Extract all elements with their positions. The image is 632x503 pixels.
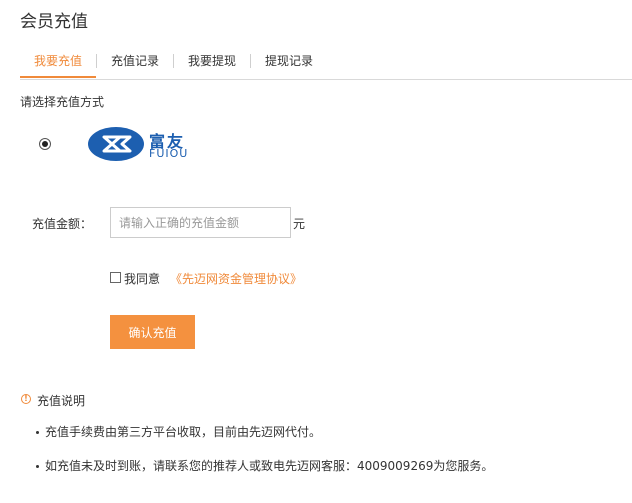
- tab-underline: [20, 79, 632, 80]
- amount-label: 充值金额：: [32, 217, 93, 231]
- tab-recharge-records[interactable]: 充值记录: [97, 52, 173, 76]
- agreement-link[interactable]: 《先迈网资金管理协议》: [170, 270, 302, 287]
- confirm-recharge-button[interactable]: 确认充值: [110, 315, 195, 349]
- note-item: 充值手续费由第三方平台收取，目前由先迈网代付。: [36, 423, 321, 440]
- amount-input[interactable]: [110, 207, 291, 238]
- info-icon: !: [21, 394, 31, 404]
- provider-name-en: FUIOU: [149, 147, 189, 160]
- tab-withdraw-records[interactable]: 提现记录: [251, 52, 327, 76]
- notes-title: 充值说明: [37, 394, 86, 408]
- bullet-icon: [36, 431, 39, 434]
- agreement-text: 我同意: [124, 272, 161, 286]
- payment-method-label: 请选择充值方式: [20, 95, 105, 109]
- note-text: 充值手续费由第三方平台收取，目前由先迈网代付。: [45, 425, 322, 439]
- tab-bar: 我要充值 充值记录 我要提现 提现记录: [20, 52, 327, 80]
- tab-recharge[interactable]: 我要充值: [20, 52, 97, 78]
- page-title: 会员充值: [20, 12, 88, 32]
- payment-method-radio[interactable]: [39, 138, 51, 150]
- tab-withdraw[interactable]: 我要提现: [174, 52, 250, 76]
- amount-unit: 元: [293, 217, 306, 231]
- note-item: 如充值未及时到账，请联系您的推荐人或致电先迈网客服：4009009269为您服务…: [36, 457, 493, 474]
- note-text: 如充值未及时到账，请联系您的推荐人或致电先迈网客服：4009009269为您服务…: [45, 459, 494, 473]
- agreement-checkbox[interactable]: [110, 272, 121, 283]
- bullet-icon: [36, 465, 39, 468]
